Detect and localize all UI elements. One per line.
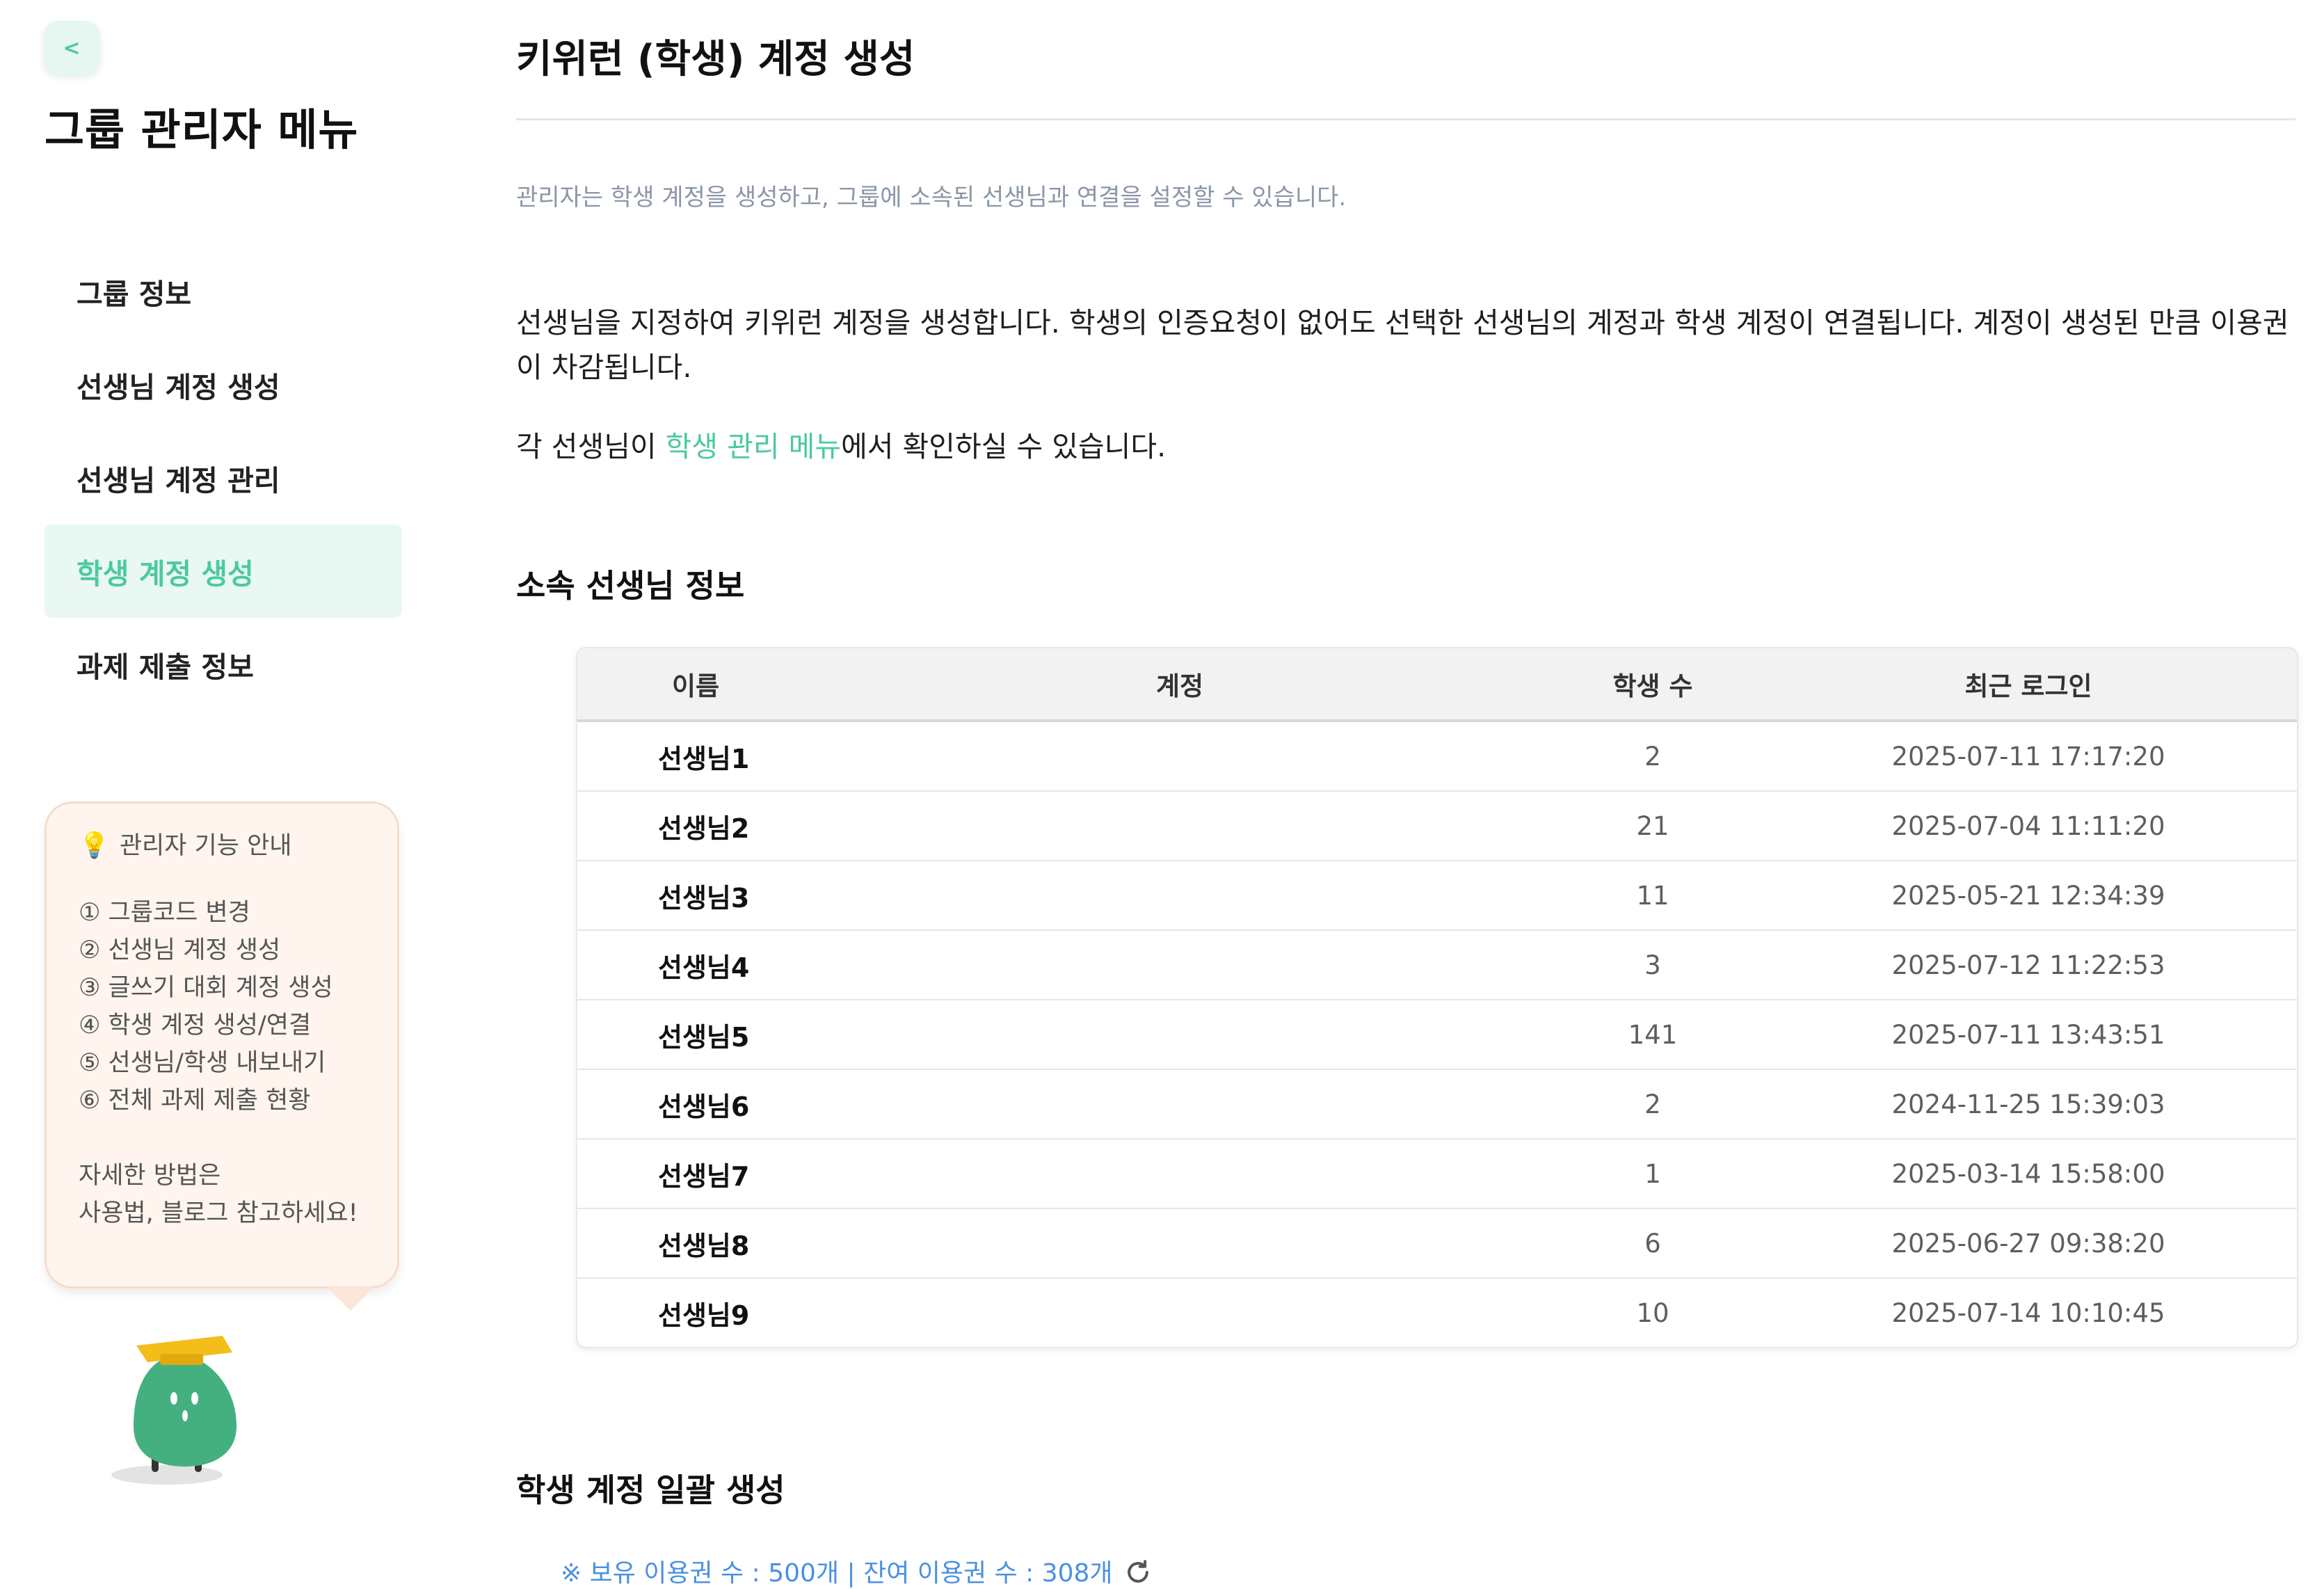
title-divider: [516, 118, 2295, 120]
quota-info: ※ 보유 이용권 수 : 500개 | 잔여 이용권 수 : 308개: [561, 1559, 1113, 1588]
teacher-account: [814, 861, 1546, 931]
guide-footer-line: 자세한 방법은: [79, 1162, 221, 1190]
student-count: 6: [1546, 1208, 1760, 1279]
last-login: 2024-11-25 15:39:03: [1760, 1069, 2297, 1140]
guide-footer-line: 사용법, 블로그 참고하세요!: [79, 1199, 358, 1227]
table-row[interactable]: 선생님1 2 2025-07-11 17:17:20: [577, 721, 2297, 792]
student-count: 3: [1546, 930, 1760, 1000]
sidebar-item-group-info[interactable]: 그룹 정보: [45, 245, 402, 338]
guide-line: ⑥ 전체 과제 제출 현황: [79, 1087, 311, 1115]
page-description: 선생님을 지정하여 키위런 계정을 생성합니다. 학생의 인증요청이 없어도 선…: [516, 306, 2289, 384]
teacher-name: 선생님1: [577, 721, 814, 792]
student-count: 21: [1546, 791, 1760, 861]
table-row[interactable]: 선생님2 21 2025-07-04 11:11:20: [577, 791, 2297, 861]
student-count: 11: [1546, 861, 1760, 931]
sidebar-item-assignment-info[interactable]: 과제 제출 정보: [45, 618, 402, 711]
teacher-name: 선생님7: [577, 1139, 814, 1209]
table-row[interactable]: 선생님9 10 2025-07-14 10:10:45: [577, 1278, 2297, 1347]
last-login: 2025-05-21 12:34:39: [1760, 861, 2297, 931]
guide-line: ① 그룹코드 변경: [79, 899, 250, 927]
note-suffix: 에서 확인하실 수 있습니다.: [841, 430, 1167, 463]
teacher-account: [814, 721, 1546, 792]
sidebar-item-create-student[interactable]: 학생 계정 생성: [45, 525, 402, 618]
lightbulb-icon: 💡: [79, 831, 110, 860]
last-login: 2025-07-11 13:43:51: [1760, 1000, 2297, 1070]
bulk-create-section-title: 학생 계정 일괄 생성: [516, 1471, 785, 1509]
teacher-account: [814, 1278, 1546, 1347]
teacher-name: 선생님5: [577, 1000, 814, 1070]
teacher-name: 선생님3: [577, 861, 814, 931]
table-row[interactable]: 선생님3 11 2025-05-21 12:34:39: [577, 861, 2297, 931]
table-header-row: 이름 계정 학생 수 최근 로그인: [577, 648, 2297, 722]
table-row[interactable]: 선생님5 141 2025-07-11 13:43:51: [577, 1000, 2297, 1070]
teacher-section-title: 소속 선생님 정보: [516, 567, 745, 605]
sidebar-item-create-teacher[interactable]: 선생님 계정 생성: [45, 338, 402, 431]
teacher-account: [814, 930, 1546, 1000]
page-subtitle: 관리자는 학생 계정을 생성하고, 그룹에 소속된 선생님과 연결을 설정할 수…: [516, 184, 1347, 211]
teacher-table: 이름 계정 학생 수 최근 로그인 선생님1 2 2025-07-11 17:1…: [576, 647, 2298, 1348]
sidebar-title: 그룹 관리자 메뉴: [45, 104, 359, 155]
student-count: 141: [1546, 1000, 1760, 1070]
student-count: 2: [1546, 1069, 1760, 1140]
kiwi-mascot-icon: [111, 1336, 237, 1485]
teacher-account: [814, 1069, 1546, 1140]
guide-title: 관리자 기능 안내: [119, 832, 292, 860]
guide-line: ⑤ 선생님/학생 내보내기: [79, 1049, 326, 1077]
student-count: 2: [1546, 721, 1760, 792]
page-title: 키위런 (학생) 계정 생성: [516, 37, 915, 82]
table-row[interactable]: 선생님8 6 2025-06-27 09:38:20: [577, 1208, 2297, 1279]
guide-line: ③ 글쓰기 대회 계정 생성: [79, 974, 333, 1002]
guide-line: ④ 학생 계정 생성/연결: [79, 1012, 312, 1039]
note-prefix: 각 선생님이: [516, 430, 666, 463]
guide-line: ② 선생님 계정 생성: [79, 936, 281, 964]
student-count: 10: [1636, 1297, 1669, 1328]
chevron-left-icon: <: [63, 35, 81, 61]
last-login: 2025-07-12 11:22:53: [1760, 930, 2297, 1000]
refresh-icon[interactable]: [1123, 1557, 1153, 1588]
column-header-student-count: 학생 수: [1546, 648, 1760, 722]
sidebar-item-manage-teacher[interactable]: 선생님 계정 관리: [45, 431, 402, 525]
teacher-account: [814, 1208, 1546, 1279]
last-login: 2025-07-14 10:10:45: [1891, 1297, 2165, 1328]
last-login: 2025-07-11 17:17:20: [1760, 721, 2297, 792]
last-login: 2025-07-04 11:11:20: [1760, 791, 2297, 861]
guide-header: 💡 관리자 기능 안내: [79, 827, 397, 865]
student-count: 1: [1546, 1139, 1760, 1209]
table-row[interactable]: 선생님6 2 2024-11-25 15:39:03: [577, 1069, 2297, 1140]
column-header-last-login: 최근 로그인: [1760, 648, 2297, 722]
speech-bubble-tail: [327, 1287, 374, 1311]
admin-guide-card: 💡 관리자 기능 안내 ① 그룹코드 변경 ② 선생님 계정 생성 ③ 글쓰기 …: [45, 801, 399, 1288]
teacher-name: 선생님4: [577, 930, 814, 1000]
teacher-name: 선생님6: [577, 1069, 814, 1140]
teacher-account: [814, 791, 1546, 861]
back-button[interactable]: <: [43, 21, 100, 75]
teacher-account: [814, 1000, 1546, 1070]
teacher-name: 선생님8: [577, 1208, 814, 1279]
table-row[interactable]: 선생님7 1 2025-03-14 15:58:00: [577, 1139, 2297, 1209]
last-login: 2025-03-14 15:58:00: [1760, 1139, 2297, 1209]
last-login: 2025-06-27 09:38:20: [1760, 1208, 2297, 1279]
page-note: 각 선생님이 학생 관리 메뉴에서 확인하실 수 있습니다.: [516, 423, 1166, 465]
sidebar-nav: 그룹 정보 선생님 계정 생성 선생님 계정 관리 학생 계정 생성 과제 제출…: [45, 245, 402, 711]
student-management-link[interactable]: 학생 관리 메뉴: [666, 430, 841, 463]
teacher-name: 선생님9: [658, 1300, 750, 1331]
table-row[interactable]: 선생님4 3 2025-07-12 11:22:53: [577, 930, 2297, 1000]
column-header-account: 계정: [814, 648, 1546, 722]
column-header-name: 이름: [577, 648, 814, 722]
teacher-account: [814, 1139, 1546, 1209]
teacher-name: 선생님2: [577, 791, 814, 861]
